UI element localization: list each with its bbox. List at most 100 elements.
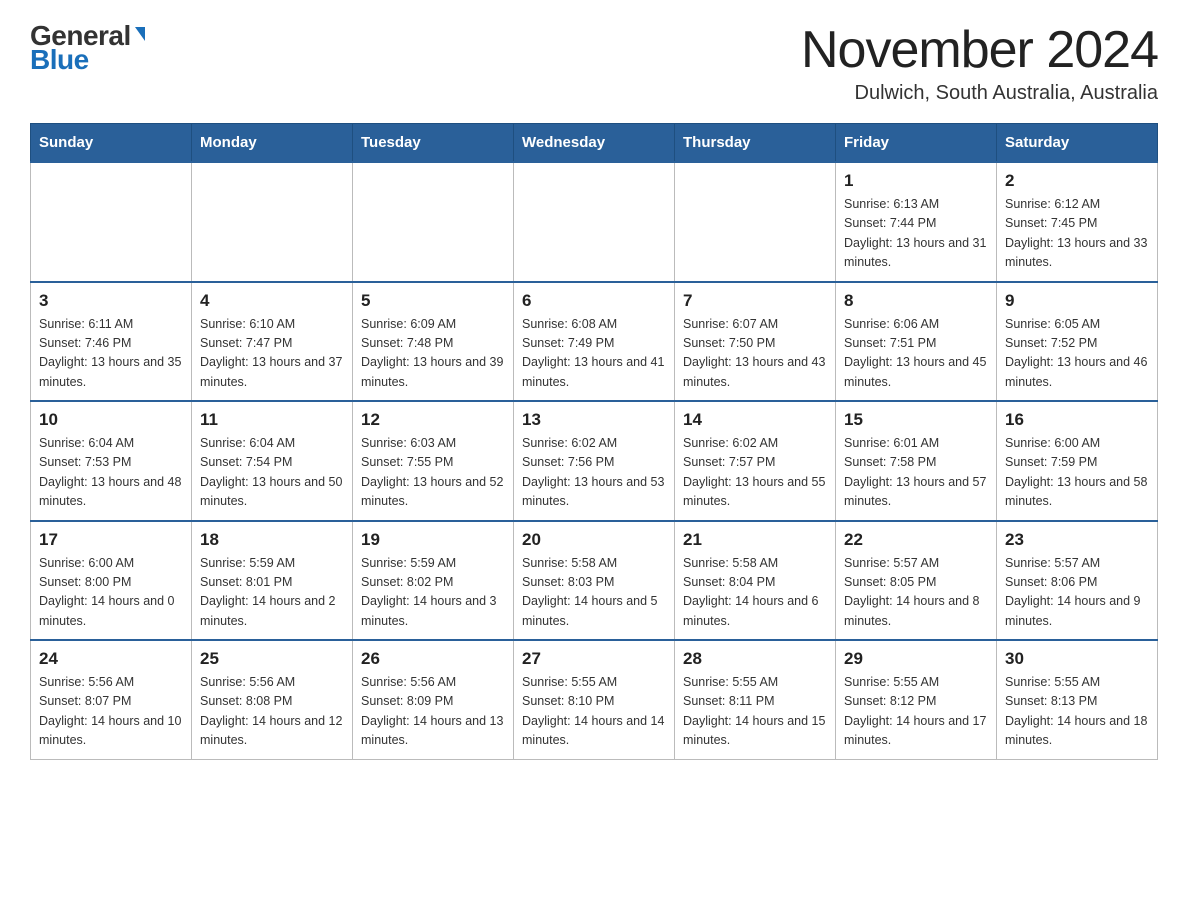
day-info: Sunrise: 6:00 AMSunset: 7:59 PMDaylight:… [1005,434,1149,512]
day-cell: 24 Sunrise: 5:56 AMSunset: 8:07 PMDayligh… [31,640,192,759]
week-row-2: 3 Sunrise: 6:11 AMSunset: 7:46 PMDaylight… [31,282,1158,402]
calendar-table: SundayMondayTuesdayWednesdayThursdayFrid… [30,123,1158,760]
day-cell: 23Sunrise: 5:57 AMSunset: 8:06 PMDayligh… [997,521,1158,641]
day-info: Sunrise: 6:04 AMSunset: 7:54 PMDaylight:… [200,434,344,512]
day-info: Sunrise: 6:10 AMSunset: 7:47 PMDaylight:… [200,315,344,393]
day-info: Sunrise: 6:07 AMSunset: 7:50 PMDaylight:… [683,315,827,393]
day-info: Sunrise: 5:56 AMSunset: 8:07 PMDaylight:… [39,673,183,751]
day-number: 12 [361,410,505,430]
day-number: 16 [1005,410,1149,430]
day-number: 25 [200,649,344,669]
logo-triangle-icon [135,27,145,41]
day-number: 8 [844,291,988,311]
day-info: Sunrise: 6:09 AMSunset: 7:48 PMDaylight:… [361,315,505,393]
day-number: 29 [844,649,988,669]
col-header-tuesday: Tuesday [353,124,514,163]
day-number: 5 [361,291,505,311]
day-cell: 27 Sunrise: 5:55 AMSunset: 8:10 PMDayligh… [514,640,675,759]
title-area: November 2024 Dulwich, South Australia, … [801,20,1158,105]
day-info: Sunrise: 5:59 AMSunset: 8:02 PMDaylight:… [361,554,505,632]
day-info: Sunrise: 6:02 AMSunset: 7:57 PMDaylight:… [683,434,827,512]
day-number: 1 [844,171,988,191]
day-info: Sunrise: 5:56 AMSunset: 8:09 PMDaylight:… [361,673,505,751]
day-info: Sunrise: 6:11 AMSunset: 7:46 PMDaylight:… [39,315,183,393]
day-cell: 5 Sunrise: 6:09 AMSunset: 7:48 PMDaylight… [353,282,514,402]
day-cell: 29Sunrise: 5:55 AMSunset: 8:12 PMDayligh… [836,640,997,759]
day-info: Sunrise: 5:57 AMSunset: 8:05 PMDaylight:… [844,554,988,632]
week-row-5: 24 Sunrise: 5:56 AMSunset: 8:07 PMDayligh… [31,640,1158,759]
day-number: 2 [1005,171,1149,191]
day-number: 15 [844,410,988,430]
header-row: SundayMondayTuesdayWednesdayThursdayFrid… [31,124,1158,163]
day-info: Sunrise: 6:06 AMSunset: 7:51 PMDaylight:… [844,315,988,393]
day-cell: 2 Sunrise: 6:12 AMSunset: 7:45 PMDaylight… [997,162,1158,282]
day-cell [192,162,353,282]
day-number: 27 [522,649,666,669]
day-number: 17 [39,530,183,550]
day-info: Sunrise: 6:12 AMSunset: 7:45 PMDaylight:… [1005,195,1149,273]
day-info: Sunrise: 5:55 AMSunset: 8:13 PMDaylight:… [1005,673,1149,751]
col-header-thursday: Thursday [675,124,836,163]
day-cell: 26 Sunrise: 5:56 AMSunset: 8:09 PMDayligh… [353,640,514,759]
day-info: Sunrise: 5:56 AMSunset: 8:08 PMDaylight:… [200,673,344,751]
day-cell: 22 Sunrise: 5:57 AMSunset: 8:05 PMDayligh… [836,521,997,641]
day-cell: 13Sunrise: 6:02 AMSunset: 7:56 PMDayligh… [514,401,675,521]
week-row-4: 17 Sunrise: 6:00 AMSunset: 8:00 PMDayligh… [31,521,1158,641]
day-cell: 3 Sunrise: 6:11 AMSunset: 7:46 PMDaylight… [31,282,192,402]
day-number: 14 [683,410,827,430]
day-number: 18 [200,530,344,550]
day-info: Sunrise: 6:04 AMSunset: 7:53 PMDaylight:… [39,434,183,512]
day-info: Sunrise: 5:58 AMSunset: 8:03 PMDaylight:… [522,554,666,632]
day-cell: 1 Sunrise: 6:13 AMSunset: 7:44 PMDaylight… [836,162,997,282]
day-info: Sunrise: 5:55 AMSunset: 8:10 PMDaylight:… [522,673,666,751]
day-cell [353,162,514,282]
day-number: 24 [39,649,183,669]
day-info: Sunrise: 6:03 AMSunset: 7:55 PMDaylight:… [361,434,505,512]
day-number: 30 [1005,649,1149,669]
day-info: Sunrise: 6:08 AMSunset: 7:49 PMDaylight:… [522,315,666,393]
day-number: 22 [844,530,988,550]
day-cell [514,162,675,282]
day-number: 28 [683,649,827,669]
day-info: Sunrise: 5:59 AMSunset: 8:01 PMDaylight:… [200,554,344,632]
day-number: 11 [200,410,344,430]
week-row-1: 1 Sunrise: 6:13 AMSunset: 7:44 PMDaylight… [31,162,1158,282]
day-cell: 15 Sunrise: 6:01 AMSunset: 7:58 PMDayligh… [836,401,997,521]
day-cell: 20Sunrise: 5:58 AMSunset: 8:03 PMDayligh… [514,521,675,641]
day-cell: 10Sunrise: 6:04 AMSunset: 7:53 PMDayligh… [31,401,192,521]
day-info: Sunrise: 6:00 AMSunset: 8:00 PMDaylight:… [39,554,183,632]
day-info: Sunrise: 5:55 AMSunset: 8:11 PMDaylight:… [683,673,827,751]
day-cell: 9Sunrise: 6:05 AMSunset: 7:52 PMDaylight… [997,282,1158,402]
col-header-saturday: Saturday [997,124,1158,163]
day-cell: 28 Sunrise: 5:55 AMSunset: 8:11 PMDayligh… [675,640,836,759]
col-header-wednesday: Wednesday [514,124,675,163]
day-info: Sunrise: 6:01 AMSunset: 7:58 PMDaylight:… [844,434,988,512]
logo-blue-text: Blue [30,44,89,76]
day-number: 6 [522,291,666,311]
day-number: 26 [361,649,505,669]
day-cell: 19 Sunrise: 5:59 AMSunset: 8:02 PMDayligh… [353,521,514,641]
day-cell: 7 Sunrise: 6:07 AMSunset: 7:50 PMDaylight… [675,282,836,402]
day-cell [31,162,192,282]
day-info: Sunrise: 6:02 AMSunset: 7:56 PMDaylight:… [522,434,666,512]
day-cell: 14 Sunrise: 6:02 AMSunset: 7:57 PMDayligh… [675,401,836,521]
day-cell: 12 Sunrise: 6:03 AMSunset: 7:55 PMDayligh… [353,401,514,521]
day-info: Sunrise: 6:05 AMSunset: 7:52 PMDaylight:… [1005,315,1149,393]
day-cell: 4 Sunrise: 6:10 AMSunset: 7:47 PMDaylight… [192,282,353,402]
day-number: 3 [39,291,183,311]
day-number: 19 [361,530,505,550]
day-info: Sunrise: 5:58 AMSunset: 8:04 PMDaylight:… [683,554,827,632]
day-number: 7 [683,291,827,311]
day-cell: 30 Sunrise: 5:55 AMSunset: 8:13 PMDayligh… [997,640,1158,759]
col-header-monday: Monday [192,124,353,163]
page-header: General Blue November 2024 Dulwich, Sout… [30,20,1158,105]
day-number: 4 [200,291,344,311]
col-header-sunday: Sunday [31,124,192,163]
col-header-friday: Friday [836,124,997,163]
day-number: 21 [683,530,827,550]
logo: General Blue [30,20,145,76]
day-info: Sunrise: 6:13 AMSunset: 7:44 PMDaylight:… [844,195,988,273]
day-cell: 16 Sunrise: 6:00 AMSunset: 7:59 PMDayligh… [997,401,1158,521]
day-number: 23 [1005,530,1149,550]
day-cell: 11 Sunrise: 6:04 AMSunset: 7:54 PMDayligh… [192,401,353,521]
